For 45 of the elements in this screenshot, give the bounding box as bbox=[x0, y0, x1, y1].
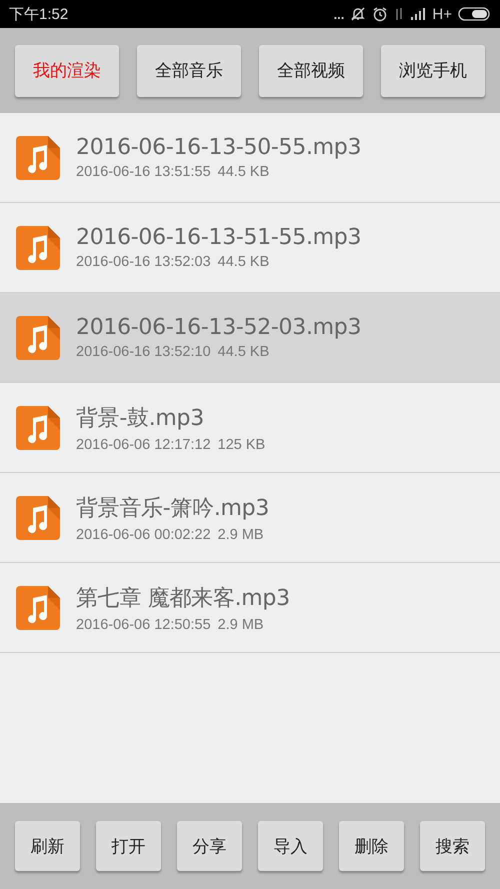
file-row[interactable]: 2016-06-16-13-52-03.mp3 2016-06-16 13:52:10 44.5 KB bbox=[0, 293, 500, 383]
clock: 下午1:52 bbox=[9, 4, 68, 24]
file-size: 2.9 MB bbox=[218, 526, 264, 542]
file-size: 44.5 KB bbox=[218, 344, 270, 360]
battery-icon bbox=[458, 7, 492, 21]
file-name: 2016-06-16-13-51-55.mp3 bbox=[76, 225, 362, 250]
file-date: 2016-06-06 12:50:55 bbox=[76, 616, 211, 632]
tab[interactable]: 全部音乐 bbox=[137, 44, 241, 96]
network-type: H+ bbox=[432, 6, 452, 22]
tab[interactable]: 全部视频 bbox=[259, 44, 363, 96]
file-row[interactable]: 背景-鼓.mp3 2016-06-06 12:17:12 125 KB bbox=[0, 383, 500, 473]
music-file-icon bbox=[14, 404, 62, 452]
file-name: 背景音乐-箫吟.mp3 bbox=[76, 494, 270, 522]
music-file-icon bbox=[14, 134, 62, 182]
file-row[interactable]: 第七章 魔都来客.mp3 2016-06-06 12:50:55 2.9 MB bbox=[0, 563, 500, 653]
action-button[interactable]: 导入 bbox=[258, 821, 323, 871]
file-size: 44.5 KB bbox=[218, 254, 270, 270]
music-file-icon bbox=[14, 584, 62, 632]
music-file-icon bbox=[14, 494, 62, 542]
signal-icon bbox=[410, 7, 426, 21]
tab[interactable]: 浏览手机 bbox=[381, 44, 485, 96]
file-row[interactable]: 背景音乐-箫吟.mp3 2016-06-06 00:02:22 2.9 MB bbox=[0, 473, 500, 563]
file-date: 2016-06-06 00:02:22 bbox=[76, 526, 211, 542]
more-indicator: ... bbox=[334, 6, 344, 22]
file-date: 2016-06-16 13:51:55 bbox=[76, 164, 211, 180]
action-button[interactable]: 分享 bbox=[177, 821, 242, 871]
alarm-icon bbox=[372, 6, 388, 22]
file-name: 2016-06-16-13-50-55.mp3 bbox=[76, 135, 362, 160]
music-file-icon bbox=[14, 224, 62, 272]
muted-bell-icon bbox=[350, 6, 366, 22]
action-button[interactable]: 搜索 bbox=[420, 821, 485, 871]
file-date: 2016-06-16 13:52:03 bbox=[76, 254, 211, 270]
file-name: 第七章 魔都来客.mp3 bbox=[76, 584, 290, 612]
file-date: 2016-06-06 12:17:12 bbox=[76, 436, 211, 452]
file-date: 2016-06-16 13:52:10 bbox=[76, 344, 211, 360]
file-name: 背景-鼓.mp3 bbox=[76, 404, 205, 432]
action-button[interactable]: 刷新 bbox=[15, 821, 80, 871]
file-size: 44.5 KB bbox=[218, 164, 270, 180]
action-button[interactable]: 删除 bbox=[339, 821, 404, 871]
file-size: 125 KB bbox=[218, 436, 266, 452]
file-row[interactable]: 2016-06-16-13-50-55.mp3 2016-06-16 13:51:55 44.5 KB bbox=[0, 113, 500, 203]
file-name: 2016-06-16-13-52-03.mp3 bbox=[76, 315, 362, 340]
file-size: 2.9 MB bbox=[218, 616, 264, 632]
action-button[interactable]: 打开 bbox=[96, 821, 161, 871]
music-file-icon bbox=[14, 314, 62, 362]
